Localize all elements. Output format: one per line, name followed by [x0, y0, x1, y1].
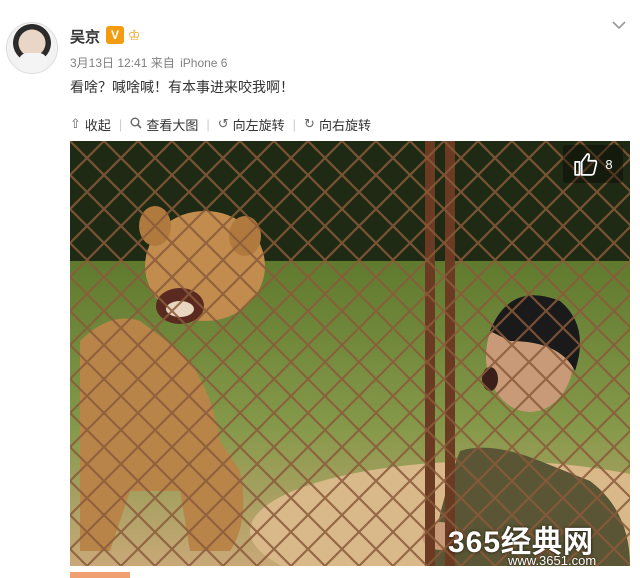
- chevron-down-icon[interactable]: [612, 18, 626, 32]
- rotate-right-button[interactable]: ↻ 向右旋转: [304, 115, 371, 134]
- image-toolbar: ⇧ 收起 | 查看大图 | ↺ 向左旋转 | ↻ 向右旋转: [70, 114, 371, 134]
- avatar[interactable]: [6, 22, 58, 74]
- collapse-button[interactable]: ⇧ 收起: [70, 115, 111, 134]
- post-meta: 3月13日 12:41 来自 iPhone 6: [70, 54, 227, 71]
- view-large-button[interactable]: 查看大图: [130, 115, 198, 134]
- member-icon: ♔: [128, 27, 141, 43]
- rotate-right-label: 向右旋转: [318, 117, 371, 133]
- photo-illustration: [70, 141, 630, 566]
- rotate-left-button[interactable]: ↺ 向左旋转: [218, 115, 285, 134]
- like-count: 8: [605, 156, 613, 172]
- post-photo[interactable]: [70, 141, 630, 566]
- source-device[interactable]: iPhone 6: [180, 56, 227, 70]
- rotate-left-icon: ↺: [217, 116, 229, 131]
- divider: |: [118, 116, 123, 132]
- view-large-label: 查看大图: [146, 117, 199, 133]
- source-prefix: 来自: [150, 56, 175, 70]
- post-text: 看啥？喊啥喊！有本事进来咬我啊！: [70, 79, 294, 95]
- vip-icon: V: [106, 26, 124, 44]
- magnifier-icon: [130, 117, 142, 132]
- like-button[interactable]: 8: [563, 145, 623, 183]
- post-header: 吴京 V ♔ 3月13日 12:41 来自 iPhone 6 看啥？喊啥喊！有本…: [0, 0, 640, 105]
- divider: |: [292, 116, 297, 132]
- divider: |: [206, 116, 210, 132]
- rotate-right-icon: ↻: [304, 116, 315, 131]
- collapse-icon: ⇧: [70, 116, 81, 131]
- rotate-left-label: 向左旋转: [232, 117, 285, 133]
- post-date[interactable]: 3月13日 12:41: [70, 56, 147, 70]
- bottom-strip: [70, 572, 130, 578]
- collapse-label: 收起: [84, 117, 111, 133]
- watermark-url: www.3651.com: [508, 553, 597, 568]
- thumbs-up-icon: [574, 153, 598, 176]
- author-name[interactable]: 吴京: [70, 26, 100, 47]
